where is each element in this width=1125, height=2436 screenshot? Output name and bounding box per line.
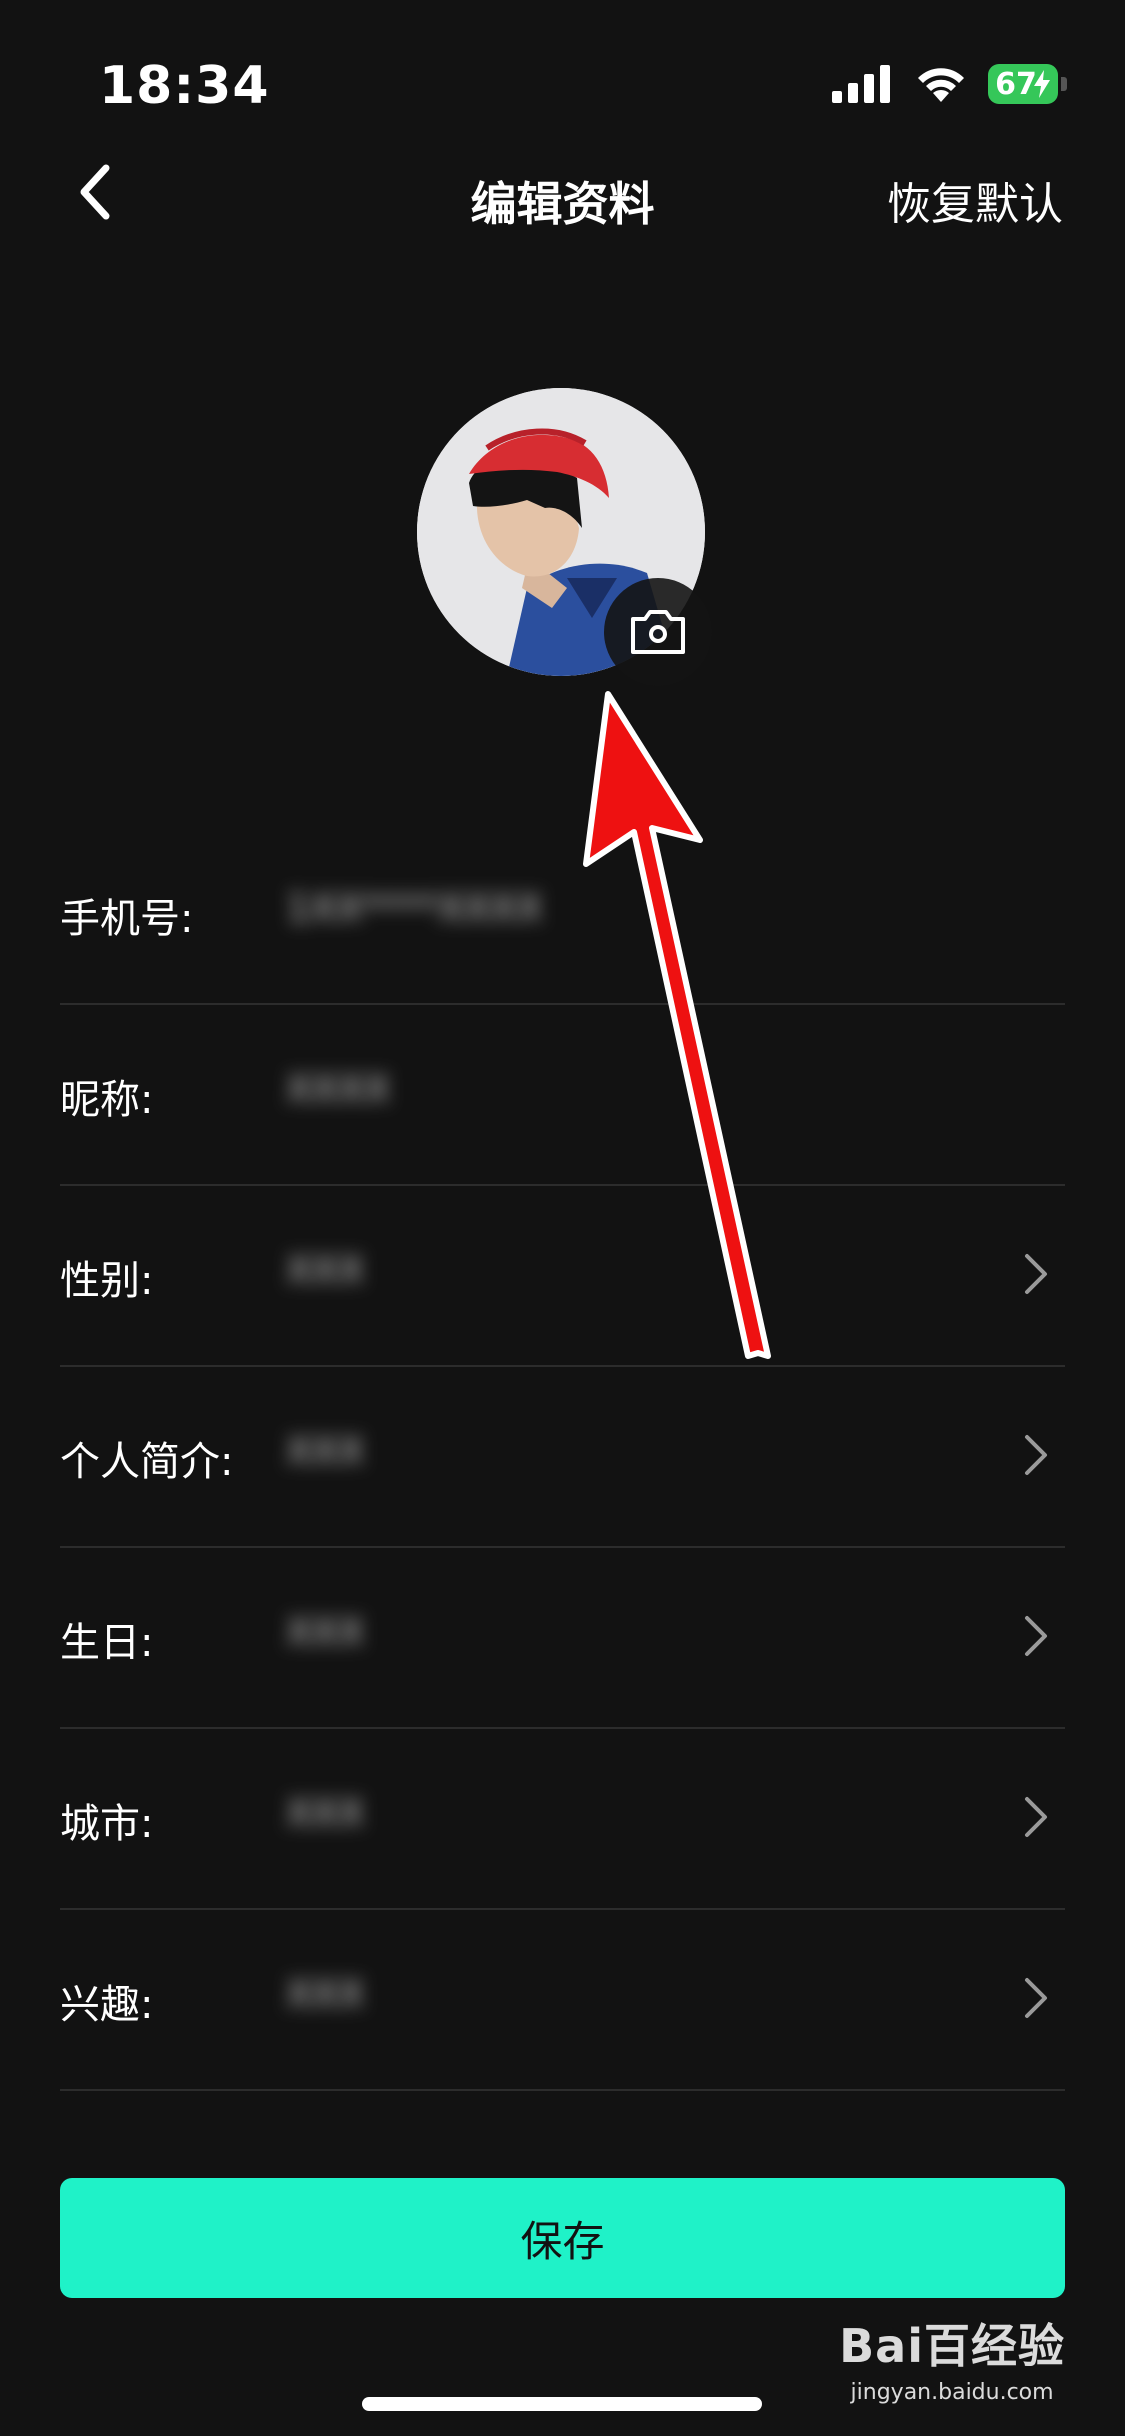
chevron-right-icon: [1025, 1435, 1047, 1475]
change-avatar-button[interactable]: [604, 578, 712, 686]
battery-icon: 67: [988, 64, 1067, 104]
form-row-interests[interactable]: 兴趣: XXX: [60, 1910, 1065, 2091]
row-value: XXX: [286, 1248, 365, 1292]
charging-bolt-icon: [1034, 70, 1050, 98]
chevron-right-icon: [1025, 1797, 1047, 1837]
chevron-right-icon: [1025, 1616, 1047, 1656]
row-value: XXX: [286, 1429, 365, 1473]
watermark-url: jingyan.baidu.com: [850, 2380, 1054, 2405]
form-row-bio[interactable]: 个人简介: XXX: [60, 1367, 1065, 1548]
form-row-birthday[interactable]: 生日: XXX: [60, 1548, 1065, 1729]
home-indicator[interactable]: [362, 2397, 762, 2411]
baidu-jingyan-watermark: Bai百经验 jingyan.baidu.com: [839, 2310, 1065, 2405]
row-label: 手机号:: [60, 896, 194, 942]
signal-icon: [832, 65, 890, 103]
row-label: 兴趣:: [60, 1982, 154, 2028]
row-label: 城市:: [60, 1801, 154, 1847]
battery-level: 67: [995, 66, 1037, 102]
chevron-right-icon: [1025, 1254, 1047, 1294]
restore-default-button[interactable]: 恢复默认: [887, 168, 1063, 232]
status-icons: 67: [832, 64, 1067, 104]
form-row-gender[interactable]: 性别: XXX: [60, 1186, 1065, 1367]
form-row-phone[interactable]: 手机号: 1XX****XXXX: [60, 824, 1065, 1005]
row-label: 个人简介:: [60, 1439, 234, 1485]
row-label: 生日:: [60, 1620, 154, 1666]
form-row-city[interactable]: 城市: XXX: [60, 1729, 1065, 1910]
chevron-right-icon: [1025, 1978, 1047, 2018]
row-label: 性别:: [60, 1258, 154, 1304]
row-value: XXX: [286, 1791, 365, 1835]
profile-form: 手机号: 1XX****XXXX 昵称: XXXX 性别: XXX 个人简介: …: [60, 824, 1065, 2091]
form-row-nickname[interactable]: 昵称: XXXX: [60, 1005, 1065, 1186]
row-value: XXXX: [286, 1067, 391, 1111]
watermark-logo: Bai百经验: [839, 2319, 1065, 2373]
wifi-icon: [918, 68, 964, 102]
camera-icon: [631, 610, 685, 654]
row-value: 1XX****XXXX: [286, 886, 543, 930]
status-time: 18:34: [99, 56, 270, 116]
row-value: XXX: [286, 1972, 365, 2016]
save-button[interactable]: 保存: [60, 2178, 1065, 2298]
row-value: XXX: [286, 1610, 365, 1654]
row-label: 昵称:: [60, 1077, 154, 1123]
